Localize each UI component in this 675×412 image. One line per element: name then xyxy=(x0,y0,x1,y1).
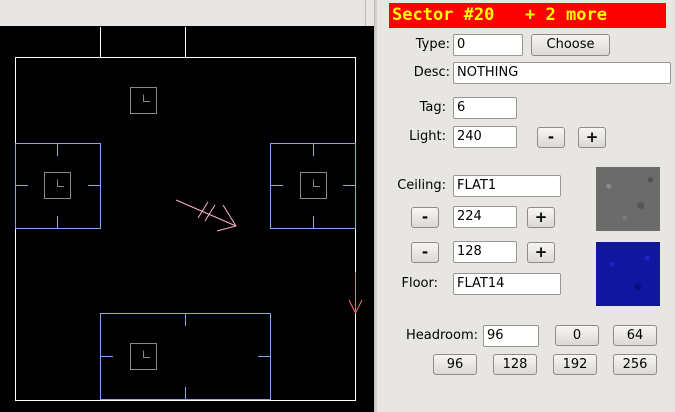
light-field[interactable]: 240 xyxy=(453,126,517,148)
choose-type-button[interactable]: Choose xyxy=(531,34,610,56)
headroom-field[interactable]: 96 xyxy=(483,325,539,347)
ceiling-increase-button[interactable]: + xyxy=(527,207,555,228)
ceiling-decrease-button[interactable]: - xyxy=(411,207,439,228)
floor-decrease-button[interactable]: - xyxy=(411,242,439,263)
light-increase-button[interactable]: + xyxy=(578,127,606,148)
sector-properties-panel: Sector #20 + 2 more Type: 0 Choose Desc:… xyxy=(377,0,675,412)
ceiling-label: Ceiling: xyxy=(397,178,446,193)
light-decrease-button[interactable]: - xyxy=(537,127,565,148)
light-label: Light: xyxy=(409,129,446,144)
headroom-preset-192-button[interactable]: 192 xyxy=(553,354,597,375)
pillar-left-notch xyxy=(57,179,64,187)
map-viewport[interactable] xyxy=(0,0,377,412)
floor-increase-button[interactable]: + xyxy=(527,242,555,263)
headroom-preset-128-button[interactable]: 128 xyxy=(493,354,537,375)
pillar-top-notch xyxy=(143,94,150,102)
headroom-preset-256-button[interactable]: 256 xyxy=(613,354,657,375)
tag-field[interactable]: 6 xyxy=(453,97,517,119)
floor-label: Floor: xyxy=(401,276,439,291)
desc-field[interactable]: NOTHING xyxy=(453,62,671,84)
ceiling-texture-field[interactable]: FLAT1 xyxy=(453,175,561,197)
ceiling-height-field[interactable]: 224 xyxy=(453,206,517,228)
desc-label: Desc: xyxy=(413,65,450,80)
type-field[interactable]: 0 xyxy=(453,34,523,56)
red-down-arrow-icon[interactable] xyxy=(348,272,363,315)
sector-title: Sector #20 + 2 more xyxy=(389,3,666,28)
player-start-arrow-icon[interactable] xyxy=(175,199,237,232)
ceiling-texture-preview[interactable] xyxy=(596,167,660,231)
headroom-preset-64-button[interactable]: 64 xyxy=(613,325,657,346)
floor-texture-preview[interactable] xyxy=(596,242,660,306)
sector-bottom-selected[interactable] xyxy=(100,313,271,400)
map-drawing[interactable] xyxy=(0,0,374,412)
pillar-right-notch xyxy=(313,179,320,187)
headroom-preset-0-button[interactable]: 0 xyxy=(555,325,599,346)
floor-texture-field[interactable]: FLAT14 xyxy=(453,273,561,295)
pillar-bottom-notch xyxy=(143,350,150,358)
tag-label: Tag: xyxy=(419,100,446,115)
floor-height-field[interactable]: 128 xyxy=(453,241,517,263)
headroom-label: Headroom: xyxy=(405,328,478,343)
type-label: Type: xyxy=(415,37,450,52)
headroom-preset-96-button[interactable]: 96 xyxy=(433,354,477,375)
